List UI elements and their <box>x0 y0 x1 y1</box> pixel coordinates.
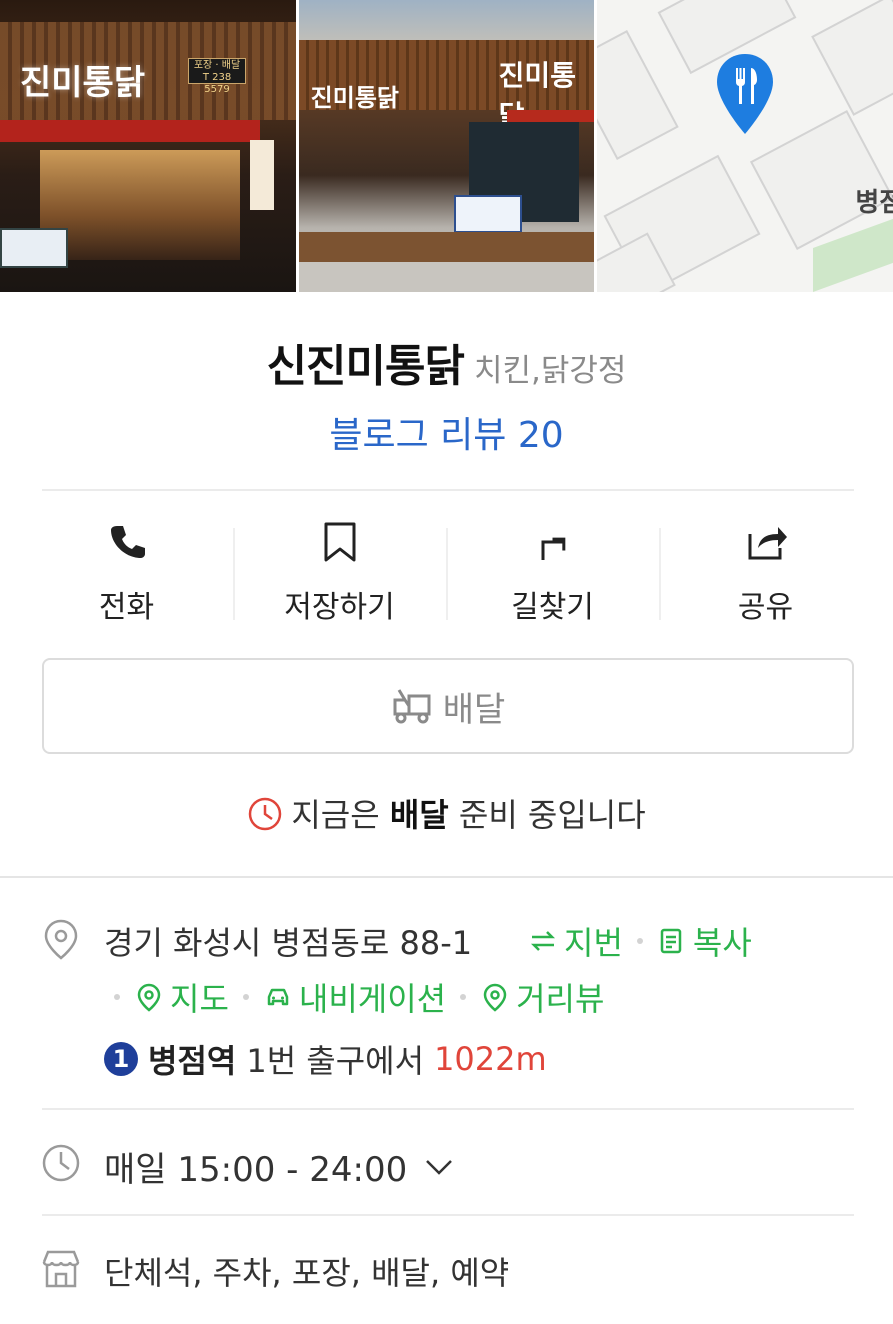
clock-icon <box>42 1144 80 1182</box>
subway-line-badge: 1 <box>104 1042 138 1076</box>
map-area-label: 병점 <box>855 188 893 218</box>
jibun-label: 지번 <box>564 924 623 962</box>
fork-knife-icon <box>715 52 775 136</box>
storefront-phone-badge: 포장 · 배달 T 238 5579 <box>188 58 246 95</box>
storefront-banner <box>250 140 274 210</box>
place-title-row: 신진미통닭 치킨,닭강정 <box>0 330 893 394</box>
address-links-row2: 지도 내비게이션 거리뷰 <box>100 974 604 1020</box>
share-icon <box>748 527 787 560</box>
photo-gallery[interactable]: 진미통닭 포장 · 배달 T 238 5579 진미통닭 진미통닭 병점 <box>0 0 893 292</box>
directions-label: 길찾기 <box>511 590 594 625</box>
swap-icon <box>530 931 556 951</box>
section-divider <box>0 876 893 878</box>
place-category: 치킨,닭강정 <box>473 353 627 389</box>
storefront-deck <box>298 232 595 262</box>
status-prefix: 지금은 <box>291 796 380 834</box>
save-button[interactable]: 저장하기 <box>233 520 446 630</box>
blog-review-link[interactable]: 블로그 리뷰 20 <box>0 406 893 458</box>
map-link[interactable]: 지도 <box>134 974 229 1020</box>
map-pin-icon <box>137 983 161 1012</box>
copy-link[interactable]: 복사 <box>657 918 752 964</box>
map-label: 지도 <box>170 980 229 1018</box>
directions-button[interactable]: 길찾기 <box>446 520 659 630</box>
storefront-photo-night[interactable]: 진미통닭 포장 · 배달 T 238 5579 <box>0 0 296 292</box>
section-divider <box>42 1108 854 1110</box>
car-icon <box>267 988 289 1006</box>
storefront-board <box>0 228 68 268</box>
delivery-truck-icon <box>393 689 431 724</box>
subway-distance: 1022m <box>434 1040 547 1078</box>
bookmark-icon <box>324 522 355 562</box>
storefront-window <box>40 150 240 260</box>
storefront-awning <box>0 120 260 142</box>
storefront-side-sign: 진미통닭 <box>310 84 399 112</box>
share-label: 공유 <box>737 590 794 625</box>
status-suffix: 준비 중입니다 <box>458 796 646 834</box>
copy-icon <box>660 928 682 954</box>
storefront-board <box>453 195 522 233</box>
directions-icon <box>541 537 565 560</box>
share-button[interactable]: 공유 <box>659 520 872 630</box>
subway-info: 1 병점역 1번 출구에서 1022m <box>104 1036 547 1082</box>
map-building <box>597 30 680 160</box>
copy-label: 복사 <box>692 924 752 962</box>
street <box>298 262 595 292</box>
address-text: 경기 화성시 병점동로 88-1 <box>104 924 473 962</box>
subway-station-name: 병점역 <box>148 1042 237 1080</box>
status-emphasis: 배달 <box>389 796 449 834</box>
section-divider <box>42 489 854 491</box>
street-view-label: 거리뷰 <box>516 980 605 1018</box>
separator-dot <box>636 938 643 944</box>
section-divider <box>42 1214 854 1216</box>
clock-icon <box>249 797 282 831</box>
delivery-button[interactable]: 배달 <box>42 658 854 754</box>
business-hours-toggle[interactable]: 매일 15:00 - 24:00 <box>104 1142 455 1191</box>
delivery-status: 지금은 배달 준비 중입니다 <box>0 790 893 836</box>
badge-line2: T 238 5579 <box>202 72 232 95</box>
separator-dot <box>114 994 120 1000</box>
delivery-label: 배달 <box>442 689 506 730</box>
separator-dot <box>460 994 467 1000</box>
address-links-row1: 지번 복사 <box>528 918 752 964</box>
storefront-sign: 진미통닭 <box>20 63 146 103</box>
badge-line1: 포장 · 배달 <box>193 60 241 71</box>
call-label: 전화 <box>98 590 155 625</box>
subway-exit: 1번 출구에서 <box>246 1042 425 1080</box>
phone-icon <box>110 526 145 558</box>
navigation-label: 내비게이션 <box>298 980 447 1018</box>
street-view-icon <box>483 983 507 1012</box>
jibun-link[interactable]: 지번 <box>528 918 623 964</box>
business-hours-text: 매일 15:00 - 24:00 <box>104 1150 408 1190</box>
facilities-text: 단체석, 주차, 포장, 배달, 예약 <box>104 1254 510 1292</box>
storefront-awning <box>506 110 595 122</box>
street-view-link[interactable]: 거리뷰 <box>480 974 604 1020</box>
storefront-photo-day[interactable]: 진미통닭 진미통닭 <box>298 0 595 292</box>
store-icon <box>42 1250 80 1288</box>
map-building <box>811 0 893 116</box>
location-pin-icon <box>44 919 78 960</box>
call-button[interactable]: 전화 <box>20 520 233 630</box>
separator-dot <box>242 994 249 1000</box>
place-name: 신진미통닭 <box>266 341 465 392</box>
map-thumbnail[interactable]: 병점 <box>597 0 893 292</box>
chevron-down-icon <box>426 1159 453 1175</box>
save-label: 저장하기 <box>284 590 395 625</box>
navigation-link[interactable]: 내비게이션 <box>263 974 446 1020</box>
action-bar: 전화 저장하기 길찾기 공유 <box>20 520 872 630</box>
